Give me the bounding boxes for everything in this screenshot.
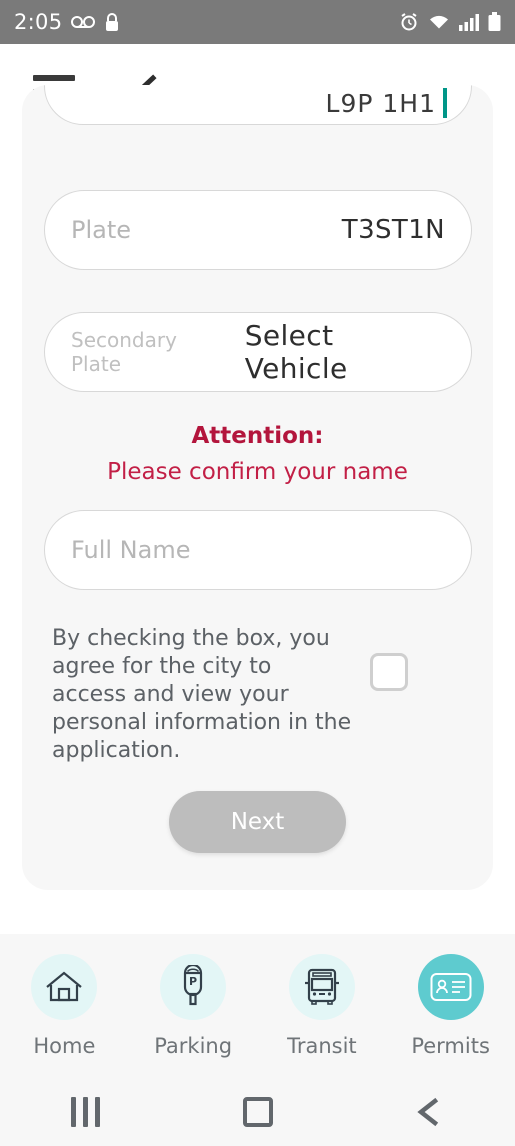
full-name-field[interactable]: Full Name (44, 510, 472, 590)
wifi-icon (430, 15, 448, 29)
tab-transit-circle (288, 953, 355, 1020)
status-bar: 2:05 (0, 0, 515, 44)
bus-icon (304, 968, 339, 1005)
voicemail-icon (71, 16, 96, 28)
battery-icon (488, 12, 501, 31)
lock-icon (106, 13, 119, 31)
tab-home-circle (31, 953, 98, 1020)
attention-title: Attention: (191, 423, 324, 449)
tab-permits-circle (417, 953, 484, 1020)
consent-checkbox[interactable] (370, 653, 408, 691)
plate-value: T3ST1N (341, 215, 445, 245)
tab-transit[interactable]: Transit (258, 953, 387, 1058)
tab-parking-circle: P (160, 953, 227, 1020)
app-root: 2:05 L9P 1H1 Plate T3ST1N Secondary Plat… (0, 0, 515, 1146)
tab-home-label: Home (33, 1033, 96, 1058)
secondary-plate-value: Select Vehicle (244, 319, 348, 385)
home-icon (46, 971, 83, 1001)
form-card: L9P 1H1 Plate T3ST1N Secondary Plate Sel… (22, 85, 493, 890)
secondary-plate-label: Secondary Plate (71, 328, 177, 376)
status-bar-right (399, 12, 501, 32)
home-square-icon[interactable] (172, 1096, 344, 1127)
postal-code-field[interactable]: L9P 1H1 (44, 85, 472, 125)
svg-text:P: P (189, 975, 197, 988)
tab-home[interactable]: Home (0, 953, 129, 1058)
back-icon[interactable] (343, 1095, 515, 1129)
secondary-plate-field[interactable]: Secondary Plate Select Vehicle (44, 312, 472, 392)
tab-parking-label: Parking (154, 1033, 233, 1058)
attention-message: Attention: Please confirm your name (22, 423, 493, 485)
attention-text: Please confirm your name (107, 459, 408, 485)
bottom-tab-bar: Home P Parking Transit Permits (0, 934, 515, 1077)
text-cursor (443, 88, 447, 118)
id-card-icon (430, 972, 472, 1001)
tab-parking[interactable]: P Parking (129, 953, 258, 1058)
recents-bar (95, 1096, 101, 1127)
status-bar-time: 2:05 (14, 10, 63, 34)
tab-transit-label: Transit (287, 1033, 357, 1058)
next-button[interactable]: Next (169, 791, 346, 853)
status-bar-left: 2:05 (14, 10, 120, 34)
consent-text: By checking the box, you agree for the c… (52, 626, 352, 763)
recents-bar (71, 1096, 77, 1127)
tab-permits-label: Permits (411, 1033, 490, 1058)
tab-permits[interactable]: Permits (386, 953, 515, 1058)
signal-icon (459, 14, 479, 31)
hamburger-bar (33, 75, 75, 81)
alarm-icon (401, 13, 417, 31)
system-nav-bar (0, 1077, 515, 1146)
recents-bar (83, 1096, 89, 1127)
recents-icon[interactable] (0, 1096, 172, 1127)
parking-meter-icon: P (184, 964, 203, 1005)
plate-label: Plate (71, 216, 132, 244)
plate-field[interactable]: Plate T3ST1N (44, 190, 472, 270)
consent-row: By checking the box, you agree for the c… (52, 625, 462, 765)
postal-code-value: L9P 1H1 (325, 89, 436, 118)
full-name-placeholder: Full Name (71, 536, 191, 564)
